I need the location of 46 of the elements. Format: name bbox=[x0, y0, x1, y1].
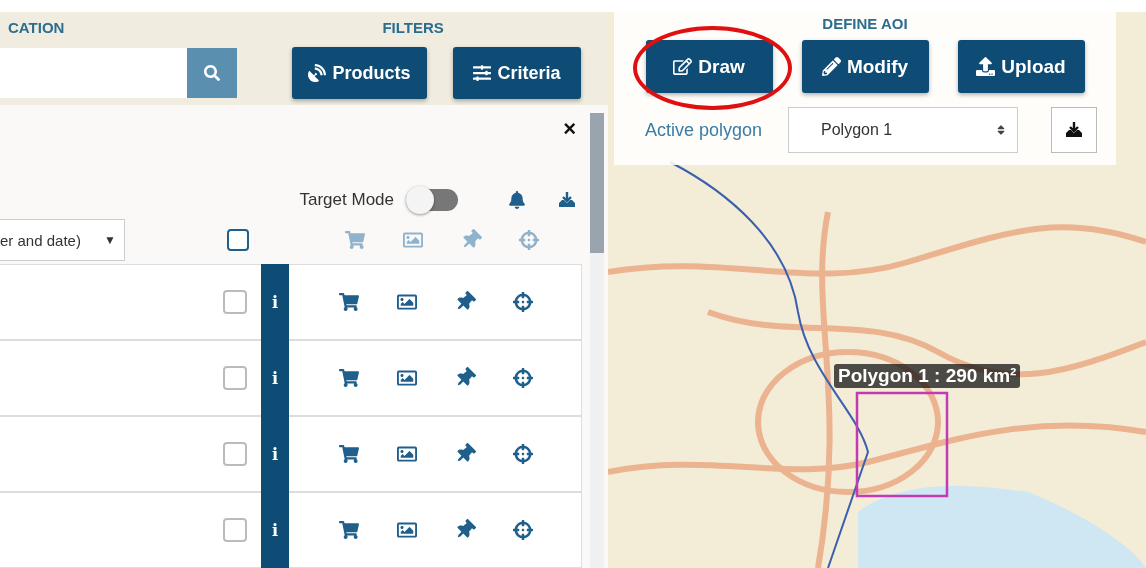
row-checkbox[interactable] bbox=[223, 442, 247, 466]
satellite-dish-icon bbox=[308, 64, 327, 82]
aoi-button[interactable]: Upload bbox=[957, 40, 1085, 93]
aoi-button[interactable]: Modify bbox=[801, 40, 929, 93]
select-all-checkbox[interactable] bbox=[227, 229, 249, 252]
aoi-button[interactable]: Draw bbox=[645, 40, 773, 93]
target-icon[interactable] bbox=[511, 518, 535, 542]
row-checkbox[interactable] bbox=[223, 518, 247, 542]
target-icon[interactable] bbox=[511, 290, 535, 314]
cart-icon[interactable] bbox=[337, 366, 361, 390]
toggle-label: Target Mode bbox=[299, 189, 394, 210]
download-icon bbox=[1064, 120, 1084, 140]
upload-icon bbox=[976, 57, 996, 76]
sort-select[interactable]: er and date) ▼ bbox=[0, 219, 125, 262]
field-label: Active polygon bbox=[645, 119, 764, 141]
download-button[interactable] bbox=[1051, 107, 1097, 153]
scrollbar[interactable] bbox=[590, 113, 604, 568]
row-checkbox[interactable] bbox=[223, 290, 247, 314]
close-button[interactable]: × bbox=[563, 117, 576, 141]
sliders-icon bbox=[473, 64, 492, 82]
section-heading: DEFINE AOI bbox=[822, 15, 908, 32]
toggle-switch[interactable] bbox=[406, 188, 458, 211]
filter-button[interactable]: Products bbox=[292, 47, 427, 99]
info-button[interactable]: i bbox=[261, 492, 289, 568]
bell-icon[interactable] bbox=[506, 188, 528, 211]
info-button[interactable]: i bbox=[261, 416, 289, 492]
edit-icon bbox=[673, 57, 693, 76]
info-button[interactable]: i bbox=[261, 340, 289, 416]
section-heading: CATION bbox=[8, 18, 65, 36]
cart-icon[interactable] bbox=[337, 518, 361, 542]
download-icon[interactable] bbox=[557, 189, 577, 210]
sort-arrows-icon bbox=[995, 124, 1007, 136]
row-checkbox[interactable] bbox=[223, 366, 247, 390]
search-field[interactable] bbox=[0, 48, 187, 98]
filter-button[interactable]: Criteria bbox=[453, 47, 581, 99]
section-heading: FILTERS bbox=[382, 18, 444, 36]
search-icon bbox=[204, 65, 220, 81]
search-button[interactable] bbox=[187, 48, 237, 98]
info-button[interactable]: i bbox=[261, 264, 289, 340]
pencil-icon bbox=[821, 57, 841, 76]
polygon-select[interactable]: Polygon 1 bbox=[788, 107, 1018, 153]
target-icon[interactable] bbox=[511, 442, 535, 466]
polygon-label: Polygon 1 : 290 km² bbox=[834, 364, 1021, 388]
cart-icon[interactable] bbox=[337, 442, 361, 466]
cart-icon[interactable] bbox=[337, 290, 361, 314]
target-icon[interactable] bbox=[511, 366, 535, 390]
